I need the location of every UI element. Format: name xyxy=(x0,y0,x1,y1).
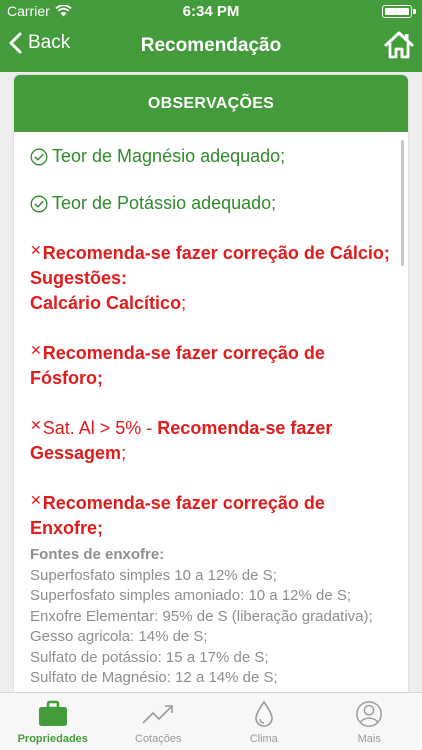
clock: 6:34 PM xyxy=(182,3,240,20)
tab-propriedades[interactable]: Propriedades xyxy=(0,693,106,750)
observation-alert-enxofre: ✕Recomenda-se fazer correção de Enxofre; xyxy=(30,488,394,541)
tab-label: Cotações xyxy=(135,733,182,745)
source-line: Sulfato de Magnésio: 12 a 14% de S; xyxy=(30,669,278,686)
observation-end: ; xyxy=(181,293,187,313)
cross-icon: ✕ xyxy=(30,342,42,358)
observation-suggestion: Calcário Calcítico xyxy=(30,293,182,313)
source-line: Superfosfato simples 10 a 12% de S; xyxy=(30,566,277,584)
observation-alert-calcio: ✕Recomenda-se fazer correção de Cálcio; … xyxy=(30,238,394,316)
tab-label: Clima xyxy=(249,733,278,745)
source-line: Enxofre Elementar: 95% de S (liberação g… xyxy=(30,607,373,625)
observation-end: ; xyxy=(121,443,127,463)
trend-chart-icon xyxy=(142,705,174,724)
tab-mais[interactable]: Mais xyxy=(317,693,422,750)
page-title: Recomendação xyxy=(140,35,282,56)
observations-list: Teor de Magnésio adequado; Teor de Potás… xyxy=(14,132,408,689)
tab-cotacoes[interactable]: Cotações xyxy=(106,693,212,750)
tab-bar: Propriedades Cotações Clima Mais xyxy=(0,692,422,750)
check-circle-icon xyxy=(30,148,48,165)
observation-text: Recomenda-se fazer correção de Enxofre; xyxy=(30,493,325,538)
source-line: Superfosfato simples amoniado: 10 a 12% … xyxy=(30,587,352,604)
water-drop-icon xyxy=(254,700,273,727)
sources-title: Fontes de enxofre: xyxy=(30,546,165,563)
observation-text: Teor de Potássio adequado; xyxy=(52,193,277,213)
home-button[interactable] xyxy=(384,30,414,65)
card-title: OBSERVAÇÕES xyxy=(14,75,408,132)
observation-text: Teor de Magnésio adequado; xyxy=(52,146,286,166)
briefcase-icon xyxy=(38,700,67,726)
cross-icon: ✕ xyxy=(30,242,42,258)
tab-label: Mais xyxy=(357,733,381,745)
source-line: Gesso agricola: 14% de S; xyxy=(30,628,208,645)
navigation-bar: Back Recomendação xyxy=(0,22,422,72)
observation-ok-magnesio: Teor de Magnésio adequado; xyxy=(30,144,394,169)
observation-condition: Sat. Al > 5% - xyxy=(42,418,158,438)
observation-alert-fosforo: ✕Recomenda-se fazer correção de Fósforo; xyxy=(30,338,394,391)
status-bar: Carrier 6:34 PM xyxy=(0,0,422,22)
scrollbar[interactable] xyxy=(401,140,404,266)
home-icon xyxy=(384,31,414,59)
observation-alert-gessagem: ✕Sat. Al > 5% - Recomenda-se fazer Gessa… xyxy=(30,413,394,466)
cross-icon: ✕ xyxy=(30,417,42,433)
tab-clima[interactable]: Clima xyxy=(211,693,317,750)
user-circle-icon xyxy=(356,701,383,727)
cross-icon: ✕ xyxy=(30,492,42,508)
observation-ok-potassio: Teor de Potássio adequado; xyxy=(30,191,394,216)
observation-text: Recomenda-se fazer correção de Fósforo; xyxy=(30,343,325,388)
observation-text: Recomenda-se fazer correção de Cálcio; S… xyxy=(30,243,390,288)
battery-icon xyxy=(382,5,416,18)
source-line: Sulfato de potássio: 15 a 17% de S; xyxy=(30,648,269,666)
check-circle-icon xyxy=(30,195,48,212)
observations-card: OBSERVAÇÕES Teor de Magnésio adequado; T… xyxy=(14,75,408,715)
tab-label: Propriedades xyxy=(17,733,88,745)
sulfur-sources: Fontes de enxofre: Superfosfato simples … xyxy=(30,545,394,689)
